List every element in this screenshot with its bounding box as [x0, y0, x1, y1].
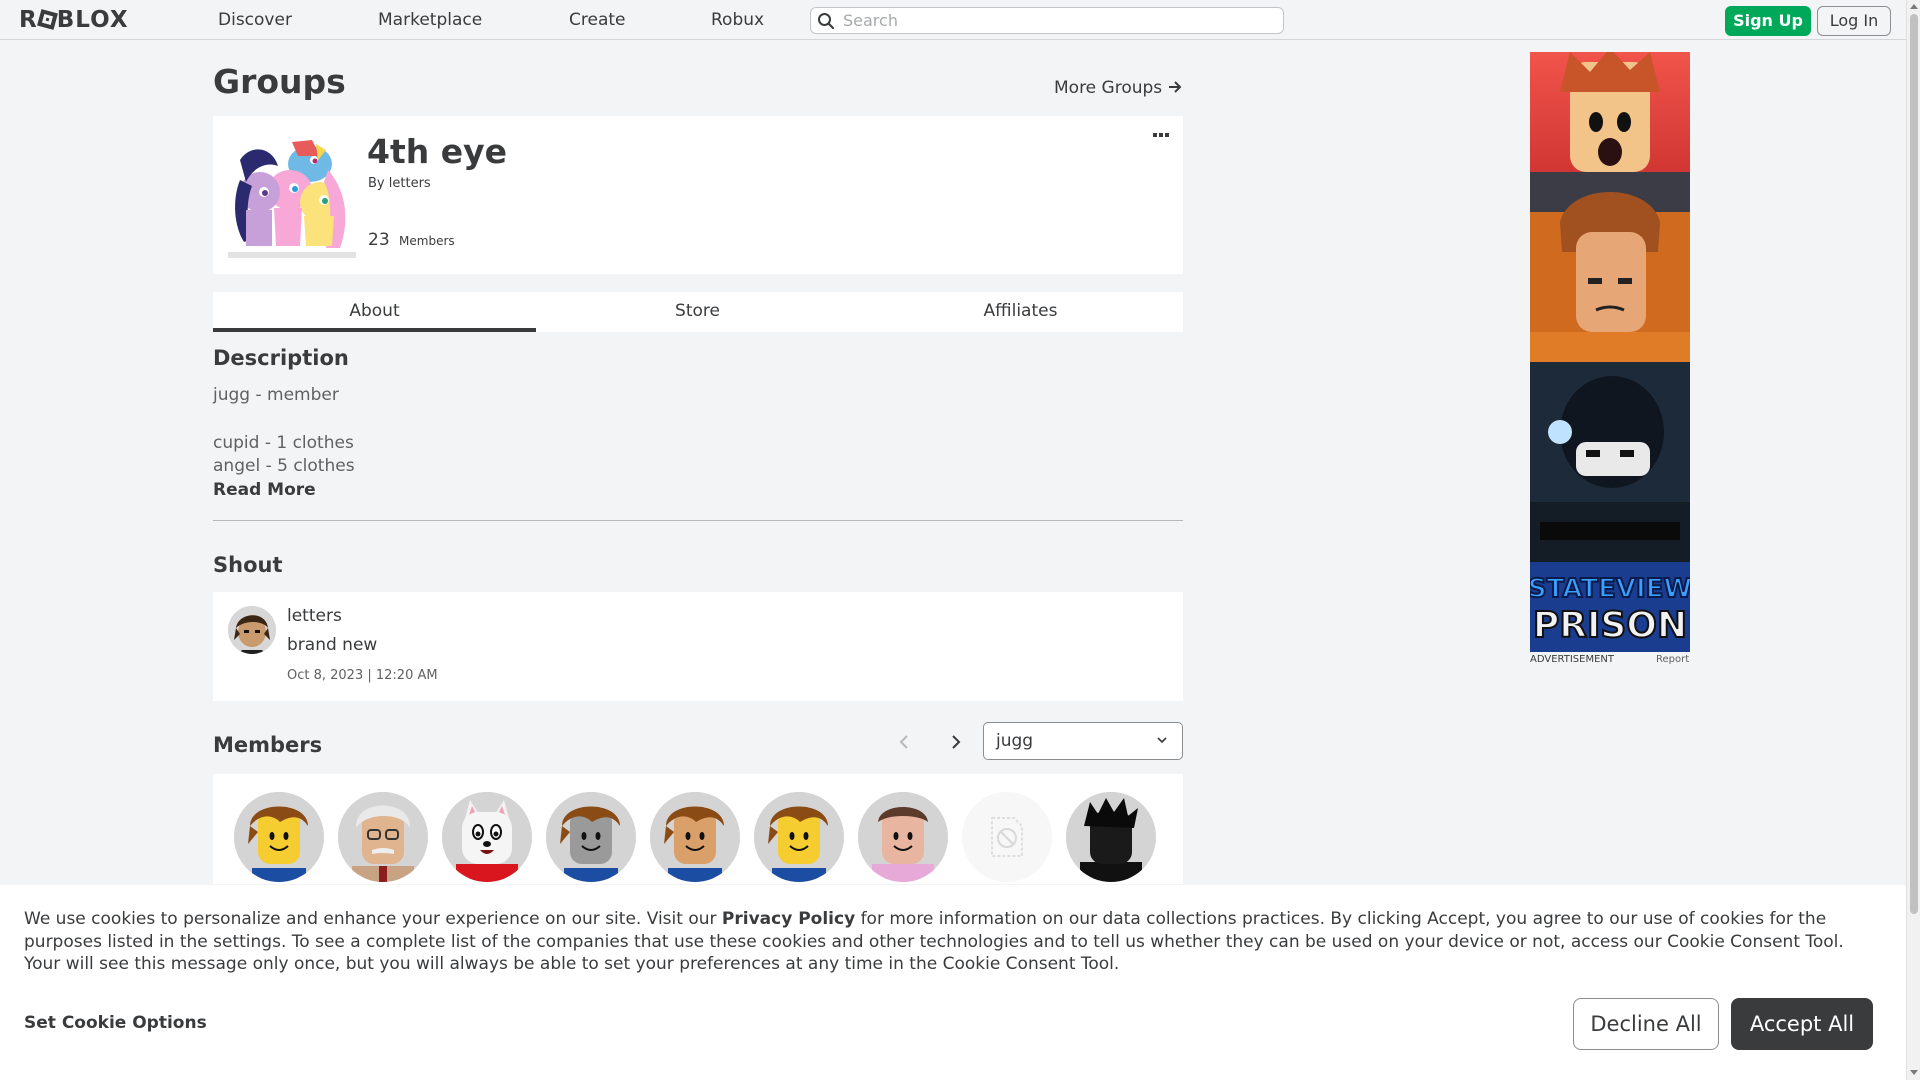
ad-report-link[interactable]: Report [1656, 654, 1689, 665]
search-input[interactable] [843, 10, 1273, 31]
blocked-image-icon [962, 792, 1052, 882]
accept-all-button[interactable]: Accept All [1731, 998, 1873, 1050]
nav-marketplace[interactable]: Marketplace [378, 0, 482, 40]
member-avatar[interactable] [234, 792, 324, 882]
avatar[interactable] [228, 606, 276, 654]
by-label: By [368, 176, 385, 191]
advertisement-banner[interactable]: STATEVIEW PRISON [1530, 52, 1690, 652]
more-groups-link[interactable]: More Groups [1054, 78, 1182, 98]
log-in-button[interactable]: Log In [1817, 6, 1891, 36]
decline-all-button[interactable]: Decline All [1573, 998, 1719, 1050]
shout-date: Oct 8, 2023 | 12:20 AM [287, 668, 438, 683]
top-nav: R BLOX Discover Marketplace Create Robux … [0, 0, 1906, 40]
ad-title-line1: STATEVIEW [1530, 574, 1690, 604]
description-line: angel - 5 clothes [213, 456, 355, 476]
cookie-message: We use cookies to personalize and enhanc… [24, 908, 1884, 976]
scrollbar-thumb[interactable] [1910, 14, 1918, 914]
member-avatar[interactable] [754, 792, 844, 882]
description-line: jugg - member [213, 385, 339, 405]
tab-affiliates[interactable]: Affiliates [859, 292, 1182, 332]
members-list [213, 774, 1183, 884]
role-select[interactable]: jugg [983, 722, 1183, 760]
scroll-up-icon[interactable] [1910, 4, 1918, 9]
arrow-right-icon [1168, 81, 1181, 93]
nav-create[interactable]: Create [569, 0, 626, 40]
group-owner: By letters [368, 176, 431, 191]
member-avatar[interactable] [1066, 792, 1156, 882]
group-header-card: 4th eye By letters 23 Members [213, 116, 1183, 274]
page-title: Groups [213, 62, 346, 101]
more-groups-label: More Groups [1054, 78, 1163, 98]
member-count-label: Members [399, 234, 455, 248]
group-tabs: About Store Affiliates [213, 292, 1183, 332]
shout-card: letters brand new Oct 8, 2023 | 12:20 AM [213, 592, 1183, 701]
scroll-down-icon[interactable] [1910, 1070, 1918, 1075]
cookie-banner: We use cookies to personalize and enhanc… [0, 885, 1906, 1080]
page-scrollbar[interactable] [1906, 0, 1920, 1080]
logo-o-icon [36, 9, 58, 30]
ad-title-line2: PRISON [1533, 605, 1687, 646]
set-cookie-options-link[interactable]: Set Cookie Options [24, 1013, 207, 1033]
description-line: cupid - 1 clothes [213, 433, 354, 453]
member-avatar[interactable] [546, 792, 636, 882]
roblox-logo[interactable]: R BLOX [19, 7, 129, 33]
shout-message: brand new [287, 635, 378, 655]
member-count-value: 23 [368, 230, 390, 250]
group-emblem [228, 130, 356, 258]
tab-store[interactable]: Store [536, 292, 859, 332]
chevron-down-icon [1157, 737, 1167, 744]
description-title: Description [213, 346, 349, 370]
owner-link[interactable]: letters [389, 176, 431, 191]
member-avatar[interactable] [858, 792, 948, 882]
chevron-left-icon[interactable] [892, 730, 916, 754]
tab-about[interactable]: About [213, 292, 536, 332]
chevron-right-icon[interactable] [944, 730, 968, 754]
group-name: 4th eye [367, 132, 507, 171]
member-avatar-unavailable[interactable] [962, 792, 1052, 882]
read-more-link[interactable]: Read More [213, 480, 316, 500]
privacy-policy-link[interactable]: Privacy Policy [722, 909, 855, 929]
divider [213, 520, 1183, 521]
member-avatar[interactable] [650, 792, 740, 882]
nav-robux[interactable]: Robux [711, 0, 764, 40]
shout-title: Shout [213, 553, 283, 577]
member-avatar[interactable] [338, 792, 428, 882]
member-count: 23 Members [368, 230, 455, 250]
member-avatar[interactable] [442, 792, 532, 882]
members-title: Members [213, 733, 323, 757]
more-options-icon[interactable] [1151, 128, 1173, 142]
cookie-text-before: We use cookies to personalize and enhanc… [24, 909, 722, 929]
nav-discover[interactable]: Discover [218, 0, 292, 40]
role-select-value: jugg [996, 731, 1034, 751]
advertisement-label: ADVERTISEMENT [1530, 654, 1615, 665]
sign-up-button[interactable]: Sign Up [1725, 6, 1811, 36]
search-box [810, 7, 1284, 34]
search-icon[interactable] [817, 12, 835, 30]
shout-username[interactable]: letters [287, 606, 342, 626]
